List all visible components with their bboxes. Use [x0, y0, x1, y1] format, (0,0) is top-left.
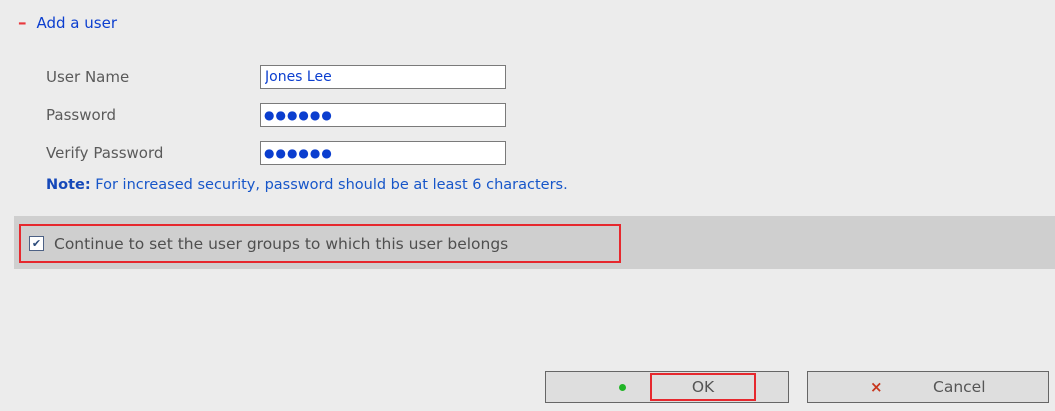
verify-password-input[interactable]: ●●●●●● [260, 141, 506, 165]
username-input[interactable] [260, 65, 506, 89]
ok-dot-icon [619, 384, 626, 391]
password-mask: ●●●●●● [264, 108, 333, 122]
section-title: Add a user [36, 14, 118, 32]
checkmark-icon: ✔ [31, 237, 42, 250]
ok-label: OK [691, 378, 715, 396]
groups-checkbox-label[interactable]: Continue to set the user groups to which… [54, 235, 508, 253]
collapse-icon[interactable]: – [18, 14, 27, 32]
username-label: User Name [46, 68, 130, 86]
verify-password-mask: ●●●●●● [264, 146, 333, 160]
password-input[interactable]: ●●●●●● [260, 103, 506, 127]
cancel-x-icon: × [870, 378, 883, 396]
password-label: Password [46, 106, 117, 124]
section-header-add-user[interactable]: – Add a user [18, 14, 117, 32]
verify-password-label: Verify Password [46, 144, 164, 162]
cancel-label: Cancel [933, 378, 986, 396]
ok-highlight[interactable]: OK [650, 373, 756, 401]
note-prefix: Note: [46, 177, 91, 193]
password-row: Password ●●●●●● [46, 101, 506, 129]
groups-option-highlight[interactable]: ✔ Continue to set the user groups to whi… [19, 224, 621, 263]
password-note: Note: For increased security, password s… [46, 177, 568, 193]
verify-password-row: Verify Password ●●●●●● [46, 139, 506, 167]
ok-button[interactable]: OK [545, 371, 789, 403]
groups-checkbox[interactable]: ✔ [29, 236, 44, 251]
note-text: For increased security, password should … [90, 177, 568, 193]
username-row: User Name [46, 63, 506, 91]
cancel-button[interactable]: × Cancel [807, 371, 1049, 403]
